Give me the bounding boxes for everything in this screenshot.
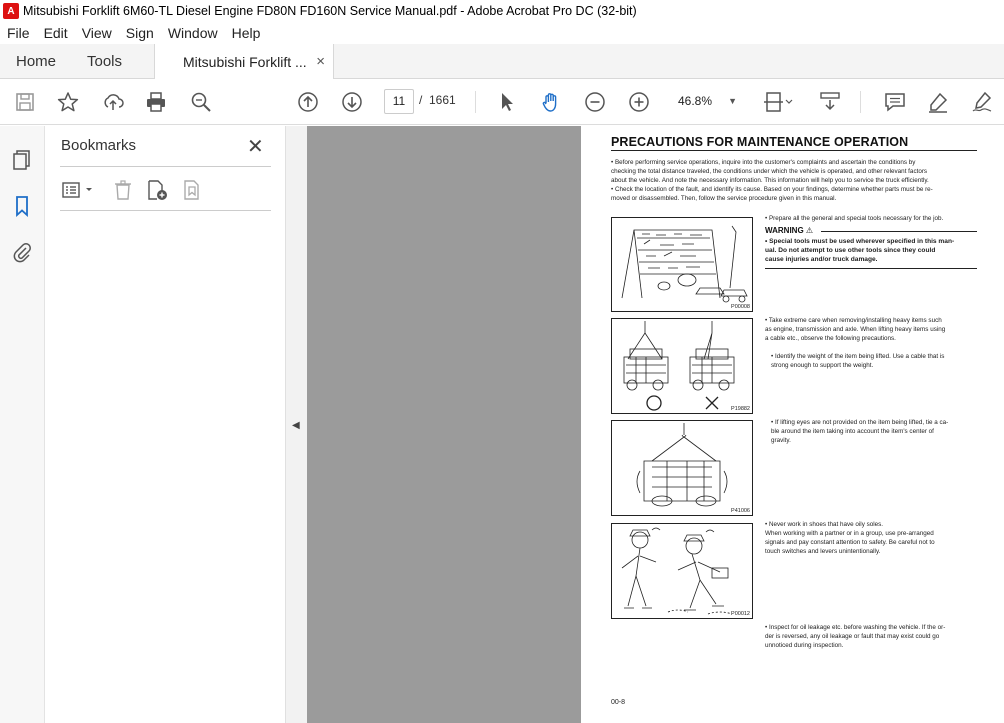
window-title: Mitsubishi Forklift 6M60-TL Diesel Engin… [23, 4, 637, 18]
tab-home[interactable]: Home [16, 44, 56, 79]
tab-tools[interactable]: Tools [87, 44, 122, 79]
toolbar-divider [860, 91, 861, 113]
page-heading: PRECAUTIONS FOR MAINTENANCE OPERATION [611, 135, 909, 149]
new-bookmark-icon[interactable] [145, 178, 169, 202]
figure-workers: P00012 [611, 523, 753, 619]
leakage-text: • Inspect for oil leakage etc. before wa… [765, 624, 946, 649]
lifting-eyes-text: • If lifting eyes are not provided on th… [771, 419, 949, 444]
star-icon[interactable] [56, 90, 80, 114]
intro-text: • Before performing service operations, … [611, 159, 933, 202]
bookmark-options-icon[interactable] [61, 178, 97, 202]
document-viewer[interactable]: PRECAUTIONS FOR MAINTENANCE OPERATION • … [307, 126, 1004, 723]
shoes-text: • Never work in shoes that have oily sol… [765, 521, 935, 555]
fit-page-icon[interactable] [762, 90, 794, 114]
collapse-arrow-icon[interactable]: ◀ [292, 420, 300, 431]
save-icon[interactable] [13, 90, 37, 114]
pdf-page: PRECAUTIONS FOR MAINTENANCE OPERATION • … [581, 126, 1004, 723]
thumbnails-icon[interactable] [10, 148, 34, 172]
divider [60, 166, 271, 167]
figure-tools: P00008 [611, 217, 753, 312]
page-total: 1661 [429, 93, 456, 107]
figure-code: P19882 [731, 406, 750, 412]
divider [60, 210, 271, 211]
figure-code: P00008 [731, 304, 750, 310]
tab-document[interactable]: Mitsubishi Forklift ... × [154, 44, 334, 80]
weight-note: • Identify the weight of the item being … [771, 353, 945, 369]
page-up-icon[interactable] [296, 90, 320, 114]
toolbar-divider [475, 91, 476, 113]
page-down-icon[interactable] [340, 90, 364, 114]
menu-sign[interactable]: Sign [119, 25, 161, 41]
heavy-items-text: • Take extreme care when removing/instal… [765, 317, 946, 342]
title-bar: A Mitsubishi Forklift 6M60-TL Diesel Eng… [0, 0, 1004, 22]
toolbar: 11 / 1661 46.8% ▼ [0, 79, 1004, 125]
select-arrow-icon[interactable] [495, 90, 519, 114]
page-separator: / [419, 93, 423, 107]
figure-lifting-engine: P19882 [611, 318, 753, 414]
zoom-out-icon[interactable] [583, 90, 607, 114]
warning-rule-bottom [765, 268, 977, 269]
workers-illustration [621, 527, 733, 615]
tab-document-label: Mitsubishi Forklift ... [183, 54, 307, 70]
acrobat-icon: A [3, 3, 19, 19]
tools-illustration [621, 225, 748, 303]
cable-lifting-illustration [636, 423, 728, 507]
bookmarks-title: Bookmarks [61, 137, 137, 154]
figure-lifting-eyes: P41006 [611, 420, 753, 516]
figure-code: P41006 [731, 508, 750, 514]
comment-icon[interactable] [883, 90, 907, 114]
tab-close-icon[interactable]: × [316, 53, 325, 70]
zoom-level-select[interactable]: 46.8% ▼ [673, 89, 745, 114]
zoom-level-value: 46.8% [678, 94, 713, 108]
menu-view[interactable]: View [75, 25, 119, 41]
engine-lifting-illustration [623, 321, 735, 411]
menu-edit[interactable]: Edit [37, 25, 75, 41]
warning-rule [821, 231, 977, 232]
chevron-down-icon: ▼ [728, 96, 737, 106]
tools-note: • Prepare all the general and special to… [765, 215, 944, 222]
page-footer-number: 00-8 [611, 699, 626, 706]
scroll-mode-icon[interactable] [818, 90, 842, 114]
bookmark-icon[interactable] [10, 194, 34, 218]
warning-label: WARNING ⚠ [765, 226, 814, 235]
figure-code: P00012 [731, 611, 750, 617]
menu-bar: File Edit View Sign Window Help [0, 22, 1004, 44]
bookmark-properties-icon[interactable] [180, 178, 204, 202]
print-icon[interactable] [144, 90, 168, 114]
page-number-input[interactable]: 11 [384, 89, 414, 114]
menu-file[interactable]: File [0, 25, 37, 41]
close-icon[interactable]: ✕ [247, 134, 264, 159]
sign-icon[interactable] [970, 90, 994, 114]
heading-rule [611, 150, 977, 151]
upload-icon[interactable] [101, 90, 125, 114]
warning-text: • Special tools must be used wherever sp… [765, 238, 955, 263]
bookmarks-panel: Bookmarks ✕ [45, 126, 285, 723]
delete-icon[interactable] [111, 178, 135, 202]
highlight-icon[interactable] [926, 90, 950, 114]
hand-icon[interactable] [539, 90, 563, 114]
panel-splitter[interactable]: ◀ [285, 126, 307, 723]
zoom-search-icon[interactable] [189, 90, 213, 114]
tab-bar: Home Tools Mitsubishi Forklift ... × [0, 44, 1004, 80]
menu-window[interactable]: Window [161, 25, 225, 41]
left-rail [0, 126, 45, 723]
zoom-in-icon[interactable] [627, 90, 651, 114]
menu-help[interactable]: Help [225, 25, 268, 41]
attachment-icon[interactable] [10, 240, 34, 264]
